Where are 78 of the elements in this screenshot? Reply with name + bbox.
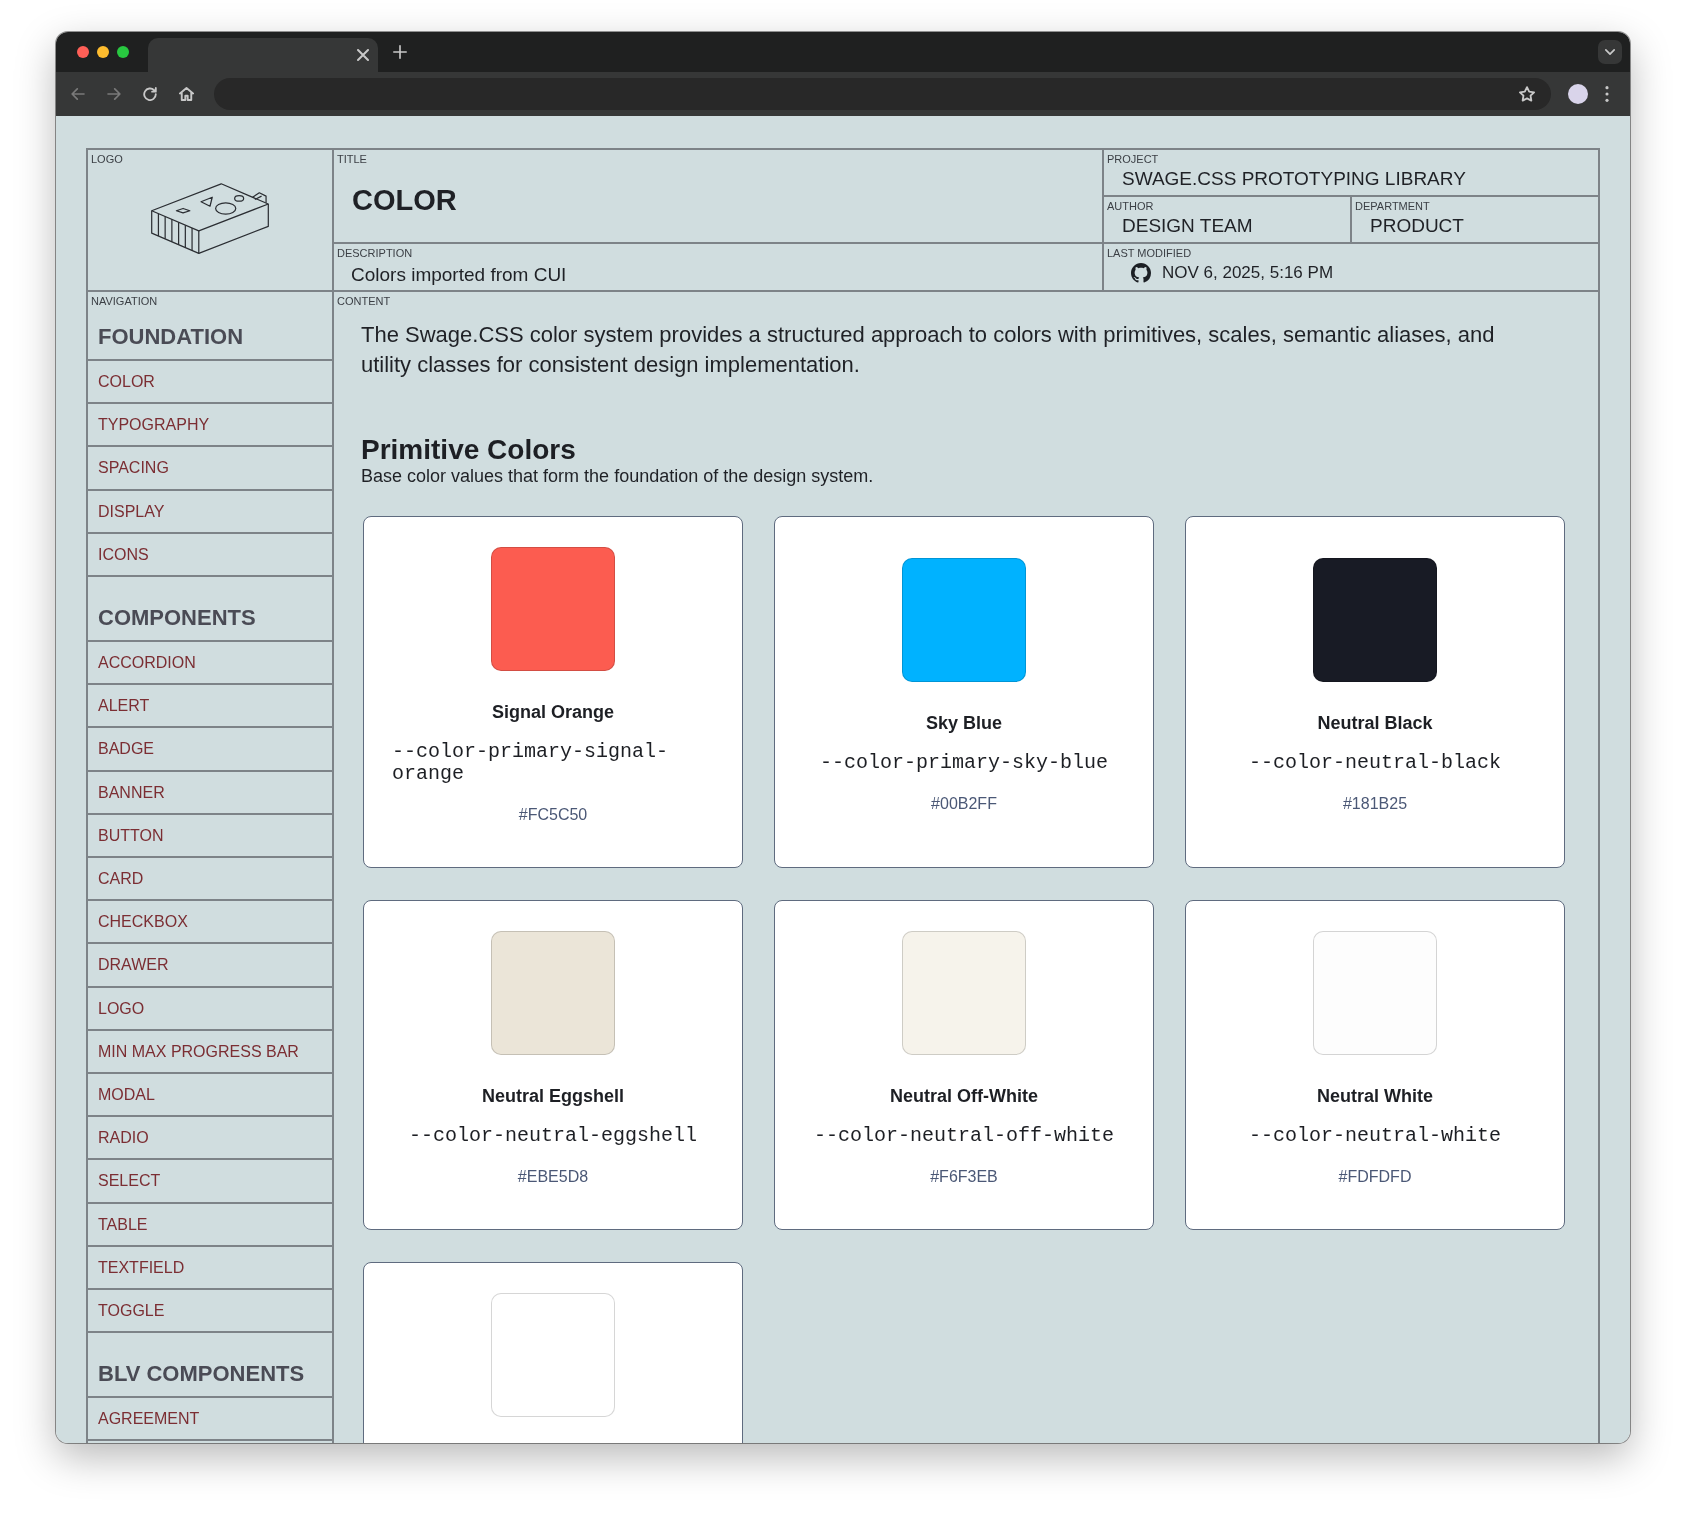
close-window-icon[interactable] <box>77 46 89 58</box>
nav-heading: COMPONENTS <box>98 605 256 631</box>
nav-item[interactable]: SELECT <box>88 1160 332 1204</box>
arrow-right-icon <box>107 88 121 100</box>
nav-item[interactable]: SPACING <box>88 447 332 491</box>
department-name: PRODUCT <box>1370 215 1464 237</box>
nav-item[interactable]: CARD <box>88 858 332 902</box>
nav-item[interactable]: COLOR <box>88 361 332 405</box>
nav-item[interactable]: CHECKBOX <box>88 901 332 945</box>
field-label: DEPARTMENT <box>1355 200 1430 213</box>
field-label: LAST MODIFIED <box>1107 247 1192 260</box>
block-logo-icon <box>150 181 270 255</box>
color-name: Neutral Off-White <box>890 1085 1038 1107</box>
plus-icon[interactable] <box>393 45 407 59</box>
color-name: Sky Blue <box>925 712 1002 734</box>
page-title: COLOR <box>352 183 457 217</box>
color-name: Neutral Eggshell <box>482 1085 624 1107</box>
tab-list-button[interactable] <box>1598 40 1622 64</box>
section-label: NAVIGATION <box>91 295 158 308</box>
field-label: TITLE <box>337 153 367 166</box>
field-label: DESCRIPTION <box>337 247 413 260</box>
chevron-down-icon <box>1605 49 1615 55</box>
css-variable-name: --color-neutral-black <box>1248 752 1501 774</box>
hex-value: #181B25 <box>1342 794 1408 814</box>
minimize-window-icon[interactable] <box>97 46 109 58</box>
cat-logo-icon[interactable] <box>1131 263 1151 283</box>
maximize-window-icon[interactable] <box>117 46 129 58</box>
color-name: Neutral White <box>1317 1085 1433 1107</box>
hex-value: #FDFDFD <box>1338 1167 1412 1187</box>
reload-icon <box>143 87 157 101</box>
field-label: PROJECT <box>1107 153 1159 166</box>
avatar-icon[interactable] <box>1568 84 1588 104</box>
nav-item[interactable]: TOGGLE <box>88 1290 332 1334</box>
nav-heading: FOUNDATION <box>98 324 244 350</box>
nav-item[interactable]: MIN MAX PROGRESS BAR <box>88 1030 332 1075</box>
field-label: AUTHOR <box>1107 200 1154 213</box>
nav-item[interactable]: TEXTFIELD <box>88 1246 332 1291</box>
arrow-left-icon <box>71 88 85 100</box>
section-label: CONTENT <box>337 295 391 308</box>
css-variable-name: --color-neutral-eggshell <box>408 1125 697 1147</box>
nav-item[interactable]: DISPLAY <box>88 490 332 534</box>
nav-item[interactable]: ICONS <box>88 533 332 577</box>
hex-value: #F6F3EB <box>930 1167 998 1187</box>
menu-icon[interactable] <box>1605 86 1609 102</box>
nav-item[interactable]: BADGE <box>88 728 332 772</box>
nav-item[interactable]: DRAWER <box>88 944 332 988</box>
star-icon[interactable] <box>1519 86 1535 102</box>
nav-item[interactable]: MODAL <box>88 1074 332 1118</box>
nav-item[interactable]: ACCORDION <box>88 642 332 686</box>
nav-heading: BLV COMPONENTS <box>98 1361 305 1388</box>
field-label: LOGO <box>91 153 123 166</box>
last-modified-date: NOV 6, 2025, 5:16 PM <box>1162 263 1334 283</box>
nav-item[interactable]: BANNER <box>88 771 332 815</box>
nav-item[interactable]: AGREEMENT <box>88 1398 332 1442</box>
nav-item[interactable]: BUTTON <box>88 814 332 859</box>
css-variable-name: --color-primary-sky-blue <box>819 752 1108 774</box>
section-heading: Primitive Colors <box>361 435 576 465</box>
address-field[interactable] <box>214 78 1551 110</box>
css-variable-name: --color-neutral-off-white <box>813 1125 1115 1147</box>
author-name: DESIGN TEAM <box>1122 215 1253 237</box>
description-text: Colors imported from CUI <box>351 264 567 286</box>
color-name: Signal Orange <box>492 701 614 723</box>
nav-item[interactable]: LOGO <box>88 987 332 1031</box>
css-variable-name: --color-primary-signal-orange <box>392 741 670 785</box>
home-icon <box>178 87 194 101</box>
color-name: Neutral Black <box>1317 712 1433 734</box>
nav-item[interactable]: TYPOGRAPHY <box>88 404 332 448</box>
hex-value: #EBE5D8 <box>517 1167 589 1187</box>
css-variable-name: --color-neutral-white <box>1248 1125 1501 1147</box>
nav-item[interactable]: TABLE <box>88 1203 332 1247</box>
hex-value: #00B2FF <box>931 794 997 814</box>
project-name: SWAGE.CSS PROTOTYPING LIBRARY <box>1122 168 1466 190</box>
close-icon[interactable] <box>357 49 369 61</box>
nav-item[interactable]: RADIO <box>88 1117 332 1161</box>
section-description: Base color values that form the foundation of the design system. <box>361 465 874 487</box>
hex-value: #FC5C50 <box>518 805 588 825</box>
intro-paragraph: The Swage.CSS color system provides a structured approach to colors with primitives, scales, semantic aliases, and utility classes for consistent design implementation. <box>361 321 1496 379</box>
nav-item[interactable]: ALERT <box>88 685 332 729</box>
